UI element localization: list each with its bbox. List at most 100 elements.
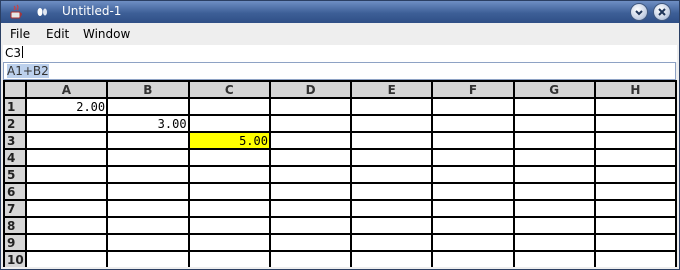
cell-d4[interactable] — [268, 148, 353, 167]
cell-c4[interactable] — [187, 148, 271, 167]
cell-c8[interactable] — [187, 216, 271, 235]
cell-c6[interactable] — [187, 182, 271, 201]
cell-b2[interactable]: 3.00 — [106, 114, 190, 133]
cell-f1[interactable] — [431, 97, 515, 116]
cell-a2[interactable] — [24, 114, 109, 133]
cell-a8[interactable] — [24, 216, 109, 235]
cell-a1[interactable]: 2.00 — [24, 97, 109, 116]
cell-b4[interactable] — [106, 148, 190, 167]
cell-b1[interactable] — [106, 97, 190, 116]
cell-h7[interactable] — [593, 199, 677, 218]
cell-g8[interactable] — [512, 216, 596, 235]
cell-h9[interactable] — [593, 233, 677, 252]
cell-g3[interactable] — [512, 131, 596, 150]
cell-g6[interactable] — [512, 182, 596, 201]
cell-a9[interactable] — [24, 233, 109, 252]
java-cup-icon[interactable] — [9, 4, 23, 20]
cell-e1[interactable] — [350, 97, 434, 116]
cell-b5[interactable] — [106, 165, 190, 184]
window-menu-icon[interactable] — [36, 7, 48, 17]
cell-c3[interactable]: 5.00 — [187, 131, 271, 150]
cell-c2[interactable] — [187, 114, 271, 133]
cell-h3[interactable] — [593, 131, 677, 150]
cell-f2[interactable] — [431, 114, 515, 133]
cell-h4[interactable] — [593, 148, 677, 167]
cell-b9[interactable] — [106, 233, 190, 252]
cell-d3[interactable] — [268, 131, 353, 150]
cell-b6[interactable] — [106, 182, 190, 201]
cell-f4[interactable] — [431, 148, 515, 167]
cell-d6[interactable] — [268, 182, 353, 201]
cell-c7[interactable] — [187, 199, 271, 218]
column-header-h[interactable]: H — [593, 80, 677, 99]
column-header-f[interactable]: F — [431, 80, 515, 99]
row-header[interactable]: 1 — [3, 97, 27, 116]
row-header[interactable]: 9 — [3, 233, 27, 252]
cell-a10[interactable] — [24, 250, 109, 267]
cell-c1[interactable] — [187, 97, 271, 116]
cell-a3[interactable] — [24, 131, 109, 150]
menu-window[interactable]: Window — [83, 27, 130, 41]
cell-d5[interactable] — [268, 165, 353, 184]
cell-h6[interactable] — [593, 182, 677, 201]
cell-reference-field[interactable]: C3 — [3, 45, 677, 62]
cell-a6[interactable] — [24, 182, 109, 201]
cell-f5[interactable] — [431, 165, 515, 184]
cell-e8[interactable] — [350, 216, 434, 235]
row-header[interactable]: 8 — [3, 216, 27, 235]
cell-e3[interactable] — [350, 131, 434, 150]
row-header[interactable]: 7 — [3, 199, 27, 218]
cell-b3[interactable] — [106, 131, 190, 150]
row-header[interactable]: 10 — [3, 250, 27, 267]
row-header[interactable]: 5 — [3, 165, 27, 184]
cell-b7[interactable] — [106, 199, 190, 218]
cell-d9[interactable] — [268, 233, 353, 252]
cell-g7[interactable] — [512, 199, 596, 218]
cell-d8[interactable] — [268, 216, 353, 235]
cell-e2[interactable] — [350, 114, 434, 133]
cell-f7[interactable] — [431, 199, 515, 218]
cell-g5[interactable] — [512, 165, 596, 184]
cell-d10[interactable] — [268, 250, 353, 267]
cell-f8[interactable] — [431, 216, 515, 235]
cell-g10[interactable] — [512, 250, 596, 267]
cell-e5[interactable] — [350, 165, 434, 184]
cell-b10[interactable] — [106, 250, 190, 267]
row-header[interactable]: 2 — [3, 114, 27, 133]
cell-e10[interactable] — [350, 250, 434, 267]
cell-c9[interactable] — [187, 233, 271, 252]
cell-f6[interactable] — [431, 182, 515, 201]
column-header-e[interactable]: E — [350, 80, 434, 99]
column-header-a[interactable]: A — [24, 80, 109, 99]
title-bar[interactable]: Untitled-1 — [1, 1, 679, 23]
row-header[interactable]: 6 — [3, 182, 27, 201]
cell-a5[interactable] — [24, 165, 109, 184]
column-header-g[interactable]: G — [512, 80, 596, 99]
cell-g2[interactable] — [512, 114, 596, 133]
cell-e4[interactable] — [350, 148, 434, 167]
cell-e9[interactable] — [350, 233, 434, 252]
cell-f3[interactable] — [431, 131, 515, 150]
cell-g1[interactable] — [512, 97, 596, 116]
cell-h2[interactable] — [593, 114, 677, 133]
cell-h1[interactable] — [593, 97, 677, 116]
column-header-d[interactable]: D — [268, 80, 353, 99]
cell-f10[interactable] — [431, 250, 515, 267]
cell-d1[interactable] — [268, 97, 353, 116]
cell-d7[interactable] — [268, 199, 353, 218]
cell-f9[interactable] — [431, 233, 515, 252]
minimize-button[interactable] — [630, 3, 648, 21]
menu-file[interactable]: File — [10, 27, 30, 41]
cell-e7[interactable] — [350, 199, 434, 218]
cell-h8[interactable] — [593, 216, 677, 235]
menu-edit[interactable]: Edit — [46, 27, 69, 41]
formula-input[interactable]: A1+B2 — [3, 62, 676, 80]
cell-g4[interactable] — [512, 148, 596, 167]
cell-c10[interactable] — [187, 250, 271, 267]
row-header[interactable]: 4 — [3, 148, 27, 167]
column-header-b[interactable]: B — [106, 80, 190, 99]
cell-d2[interactable] — [268, 114, 353, 133]
close-button[interactable] — [653, 3, 671, 21]
cell-a4[interactable] — [24, 148, 109, 167]
cell-g9[interactable] — [512, 233, 596, 252]
